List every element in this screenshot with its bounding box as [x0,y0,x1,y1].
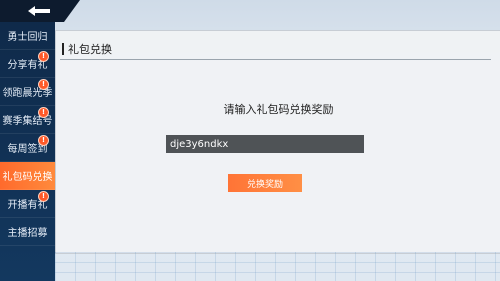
redeem-button[interactable]: 兑换奖励 [228,174,302,192]
sidebar-item-weekly-checkin[interactable]: 每周签到 ! [0,134,55,162]
notification-badge: ! [38,107,49,118]
sidebar: 勇士回归 分享有礼 ! 领跑晨光季 ! 赛季集结号 ! 每周签到 ! 礼包码兑换… [0,22,55,281]
background-grid [55,252,500,281]
sidebar-item-morning-season[interactable]: 领跑晨光季 ! [0,78,55,106]
sidebar-item-label: 主播招募 [7,228,48,239]
title-divider [60,59,491,60]
sidebar-item-label: 勇士回归 [7,32,48,43]
title-accent-bar [62,43,64,55]
sidebar-item-label: 礼包码兑换 [2,172,53,183]
sidebar-item-returning-warrior[interactable]: 勇士回归 [0,22,55,50]
sidebar-item-share-reward[interactable]: 分享有礼 ! [0,50,55,78]
sidebar-item-season-rally[interactable]: 赛季集结号 ! [0,106,55,134]
sidebar-item-streamer-recruit[interactable]: 主播招募 [0,218,55,246]
panel-title: 礼包兑换 [68,43,112,56]
panel-header: 礼包兑换 [62,41,112,57]
notification-badge: ! [38,135,49,146]
notification-badge: ! [38,51,49,62]
sidebar-item-gift-code[interactable]: 礼包码兑换 [0,162,55,190]
redeem-prompt: 请输入礼包码兑换奖励 [223,103,334,116]
gift-code-panel: 礼包兑换 请输入礼包码兑换奖励 兑换奖励 [55,30,500,254]
notification-badge: ! [38,191,49,202]
back-arrow-icon[interactable] [26,4,52,18]
notification-badge: ! [38,79,49,90]
gift-code-input[interactable] [166,135,364,153]
sidebar-item-stream-reward[interactable]: 开播有礼 ! [0,190,55,218]
